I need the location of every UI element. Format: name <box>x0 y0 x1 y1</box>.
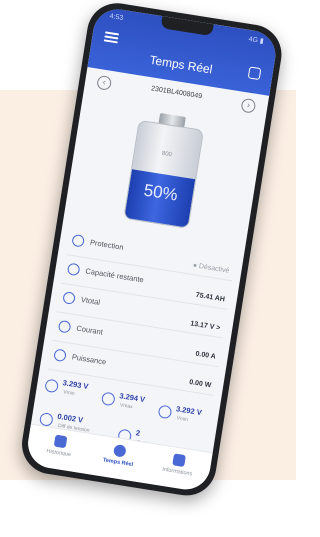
cell-stat: 3.293 V Vmin <box>43 374 106 409</box>
shield-icon <box>71 233 86 248</box>
voltage-max-icon <box>100 391 116 407</box>
voltage-cell-icon <box>157 404 173 420</box>
row-label: Vtotal <box>80 294 101 307</box>
battery-body: 800 50% <box>123 119 205 229</box>
row-label: Protection <box>89 237 125 252</box>
tab-temps-reel[interactable]: Temps Réel <box>90 441 149 471</box>
row-label: Puissance <box>71 352 107 367</box>
power-icon <box>53 348 67 363</box>
history-icon <box>53 434 68 449</box>
row-value: 0.00 W <box>188 378 212 390</box>
voltage-min-icon <box>44 378 60 394</box>
row-value: ● Désactivé <box>192 262 230 275</box>
tab-label: Informations <box>161 466 193 478</box>
cell-value: 2 <box>135 428 141 438</box>
battery-icon <box>66 262 81 277</box>
refresh-icon[interactable] <box>247 66 262 81</box>
row-value: 0.00 A <box>194 350 217 361</box>
dashboard-icon <box>112 443 127 458</box>
tab-label: Historique <box>45 448 72 459</box>
metrics-list: Protection ● Désactivé Capacité restante… <box>47 226 237 396</box>
cell-label: Vmin <box>62 389 76 398</box>
cell-stat: 3.294 V Vmax <box>99 388 162 423</box>
tab-label: Temps Réel <box>102 457 134 469</box>
battery-graphic: 800 50% <box>123 110 205 229</box>
current-icon <box>57 319 72 334</box>
next-device-button[interactable]: › <box>240 97 257 114</box>
voltage-icon <box>62 291 76 305</box>
info-icon <box>172 453 186 468</box>
battery-voltage-label: 800 <box>161 150 173 159</box>
tab-historique[interactable]: Historique <box>31 431 90 461</box>
row-value: 13.17 V > <box>189 320 221 332</box>
row-label: Capacité restante <box>84 266 145 285</box>
tab-informations[interactable]: Informations <box>149 450 208 480</box>
cell-label: Vmin <box>176 415 189 424</box>
cell-label: Vmax <box>119 402 134 411</box>
status-signal: 4G ▮ <box>248 35 265 46</box>
cell-stat: 3.292 V Vmin <box>156 401 219 436</box>
row-value: 75.41 AH <box>195 291 226 304</box>
status-time: 4:53 <box>109 12 124 22</box>
app-screen: 4:53 4G ▮ Temps Réel ‹ 2301BL4008049 › 8… <box>24 5 279 493</box>
row-label: Courant <box>75 323 104 337</box>
menu-icon[interactable] <box>103 31 120 44</box>
phone-frame: 4:53 4G ▮ Temps Réel ‹ 2301BL4008049 › 8… <box>17 0 286 500</box>
